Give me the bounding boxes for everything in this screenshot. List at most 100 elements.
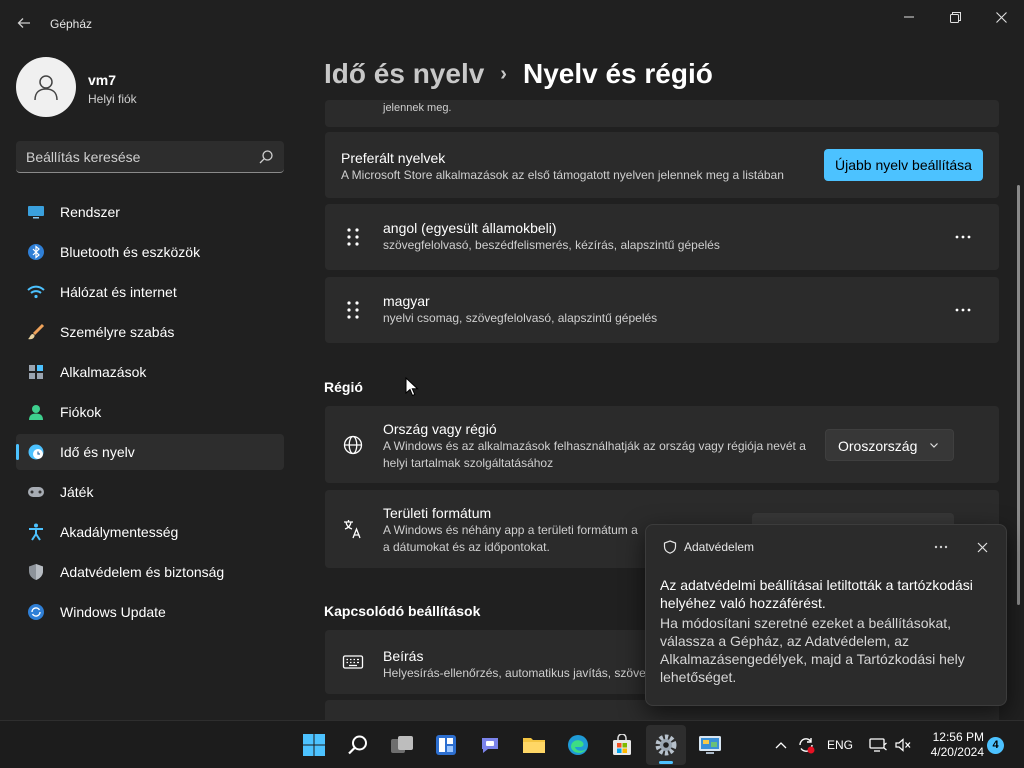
privacy-notification[interactable]: Adatvédelem Az adatvédelmi beállításai l… <box>645 524 1007 706</box>
accessibility-icon <box>27 523 45 541</box>
widgets-button[interactable] <box>426 725 466 765</box>
language-name: angol (egyesült államokbeli) <box>383 220 557 236</box>
store-button[interactable] <box>602 725 642 765</box>
keyboard-icon <box>342 655 364 669</box>
sidebar-item-label: Bluetooth és eszközök <box>60 244 201 260</box>
gamepad-icon <box>27 483 45 501</box>
language-item-hungarian[interactable]: magyar nyelvi csomag, szövegfelolvasó, a… <box>325 277 999 343</box>
sidebar-item-label: Akadálymentesség <box>60 524 179 540</box>
clock-globe-icon <box>27 443 45 461</box>
close-icon[interactable] <box>971 536 993 558</box>
sidebar-item-label: Személyre szabás <box>60 324 175 340</box>
clock-date: 4/20/2024 <box>930 745 984 759</box>
file-explorer-button[interactable] <box>514 725 554 765</box>
start-button[interactable] <box>294 725 334 765</box>
more-options-icon[interactable] <box>950 297 976 323</box>
user-avatar-icon <box>34 75 58 101</box>
update-icon <box>27 603 45 621</box>
teams-chat-button[interactable] <box>470 725 510 765</box>
sidebar-item-label: Adatvédelem és biztonság <box>60 564 225 580</box>
sidebar-item-accessibility[interactable]: Akadálymentesség <box>16 514 284 550</box>
notification-app-name: Adatvédelem <box>684 540 755 554</box>
bluetooth-icon <box>27 243 45 261</box>
edge-icon <box>568 735 588 755</box>
network-icon[interactable] <box>867 733 889 757</box>
chevron-up-icon[interactable] <box>773 733 789 757</box>
language-features: nyelvi csomag, szövegfelolvasó, alapszin… <box>383 311 658 325</box>
country-region-title: Ország vagy régió <box>383 421 497 437</box>
sidebar-item-label: Windows Update <box>60 604 166 620</box>
user-profile[interactable]: vm7 Helyi fiók <box>16 57 286 119</box>
sidebar-item-bluetooth[interactable]: Bluetooth és eszközök <box>16 234 284 270</box>
window-title: Gépház <box>50 17 93 31</box>
wifi-icon <box>27 283 45 301</box>
sidebar-item-personalization[interactable]: Személyre szabás <box>16 314 284 350</box>
truncated-card-text: jelennek meg. <box>383 102 452 114</box>
widgets-icon <box>436 735 456 755</box>
windows-logo-icon <box>303 734 325 756</box>
scrollbar[interactable] <box>1017 185 1020 605</box>
clock-time: 12:56 PM <box>932 730 984 744</box>
apps-icon <box>27 363 45 381</box>
breadcrumb-separator: › <box>500 62 507 85</box>
sidebar-item-accounts[interactable]: Fiókok <box>16 394 284 430</box>
person-icon <box>27 403 45 421</box>
notification-count-badge[interactable]: 4 <box>987 737 1004 754</box>
settings-app-button[interactable] <box>646 725 686 765</box>
search-icon <box>259 150 273 164</box>
breadcrumb-parent[interactable]: Idő és nyelv <box>324 58 484 90</box>
drag-handle-icon[interactable] <box>345 227 361 247</box>
search-taskbar-button[interactable] <box>338 725 378 765</box>
monitor-icon <box>27 203 45 221</box>
typing-title: Beírás <box>383 648 424 664</box>
sidebar-item-privacy[interactable]: Adatvédelem és biztonság <box>16 554 284 590</box>
sidebar-item-gaming[interactable]: Játék <box>16 474 284 510</box>
task-view-icon <box>391 736 413 753</box>
related-settings-heading: Kapcsolódó beállítások <box>324 603 481 619</box>
regional-format-desc-line2: a dátumokat és az időpontokat. <box>383 540 550 554</box>
country-region-desc-line2: helyi tartalmak szolgáltatásához <box>383 456 554 470</box>
more-options-icon[interactable] <box>950 224 976 250</box>
close-button[interactable] <box>978 4 1024 30</box>
back-arrow-icon[interactable] <box>12 10 36 38</box>
search-input[interactable] <box>26 141 246 172</box>
preferred-languages-title: Preferált nyelvek <box>341 150 446 166</box>
drag-handle-icon[interactable] <box>345 300 361 320</box>
add-language-button[interactable]: Újabb nyelv beállítása <box>824 149 983 181</box>
sidebar-item-network[interactable]: Hálózat és internet <box>16 274 284 310</box>
edge-browser-button[interactable] <box>558 725 598 765</box>
input-language-indicator[interactable]: ENG <box>826 733 854 757</box>
gear-icon <box>655 734 677 756</box>
taskbar: ENG 12:56 PM 4/20/2024 4 <box>0 720 1024 768</box>
restore-button[interactable] <box>932 4 978 30</box>
regional-format-title: Területi formátum <box>383 505 492 521</box>
page-title: Nyelv és régió <box>522 58 713 89</box>
more-options-icon[interactable] <box>930 536 952 558</box>
sidebar-item-system[interactable]: Rendszer <box>16 194 284 230</box>
country-dropdown-value: Oroszország <box>838 438 918 454</box>
profile-name: vm7 <box>88 72 117 88</box>
sidebar-item-label: Hálózat és internet <box>60 284 177 300</box>
sidebar-nav: Rendszer Bluetooth és eszközök Hálózat é… <box>16 194 284 634</box>
language-format-icon <box>344 520 361 539</box>
sidebar-item-apps[interactable]: Alkalmazások <box>16 354 284 390</box>
shield-icon <box>27 563 45 581</box>
country-dropdown[interactable]: Oroszország <box>825 429 954 461</box>
minimize-button[interactable] <box>886 4 932 30</box>
mouse-cursor-icon <box>405 377 419 397</box>
brush-icon <box>27 323 45 341</box>
control-panel-button[interactable] <box>690 725 730 765</box>
sidebar-item-label: Fiókok <box>60 404 102 420</box>
sidebar-item-time-language[interactable]: Idő és nyelv <box>16 434 284 470</box>
sidebar-item-windows-update[interactable]: Windows Update <box>16 594 284 630</box>
sync-error-icon[interactable] <box>795 733 817 757</box>
language-name: magyar <box>383 293 430 309</box>
settings-search[interactable] <box>16 141 284 173</box>
avatar <box>16 57 76 117</box>
volume-muted-icon[interactable] <box>892 733 914 757</box>
globe-icon <box>343 435 363 455</box>
task-view-button[interactable] <box>382 725 422 765</box>
system-clock[interactable]: 12:56 PM 4/20/2024 <box>918 730 984 760</box>
region-heading: Régió <box>324 379 363 395</box>
language-item-english[interactable]: angol (egyesült államokbeli) szövegfelol… <box>325 204 999 270</box>
